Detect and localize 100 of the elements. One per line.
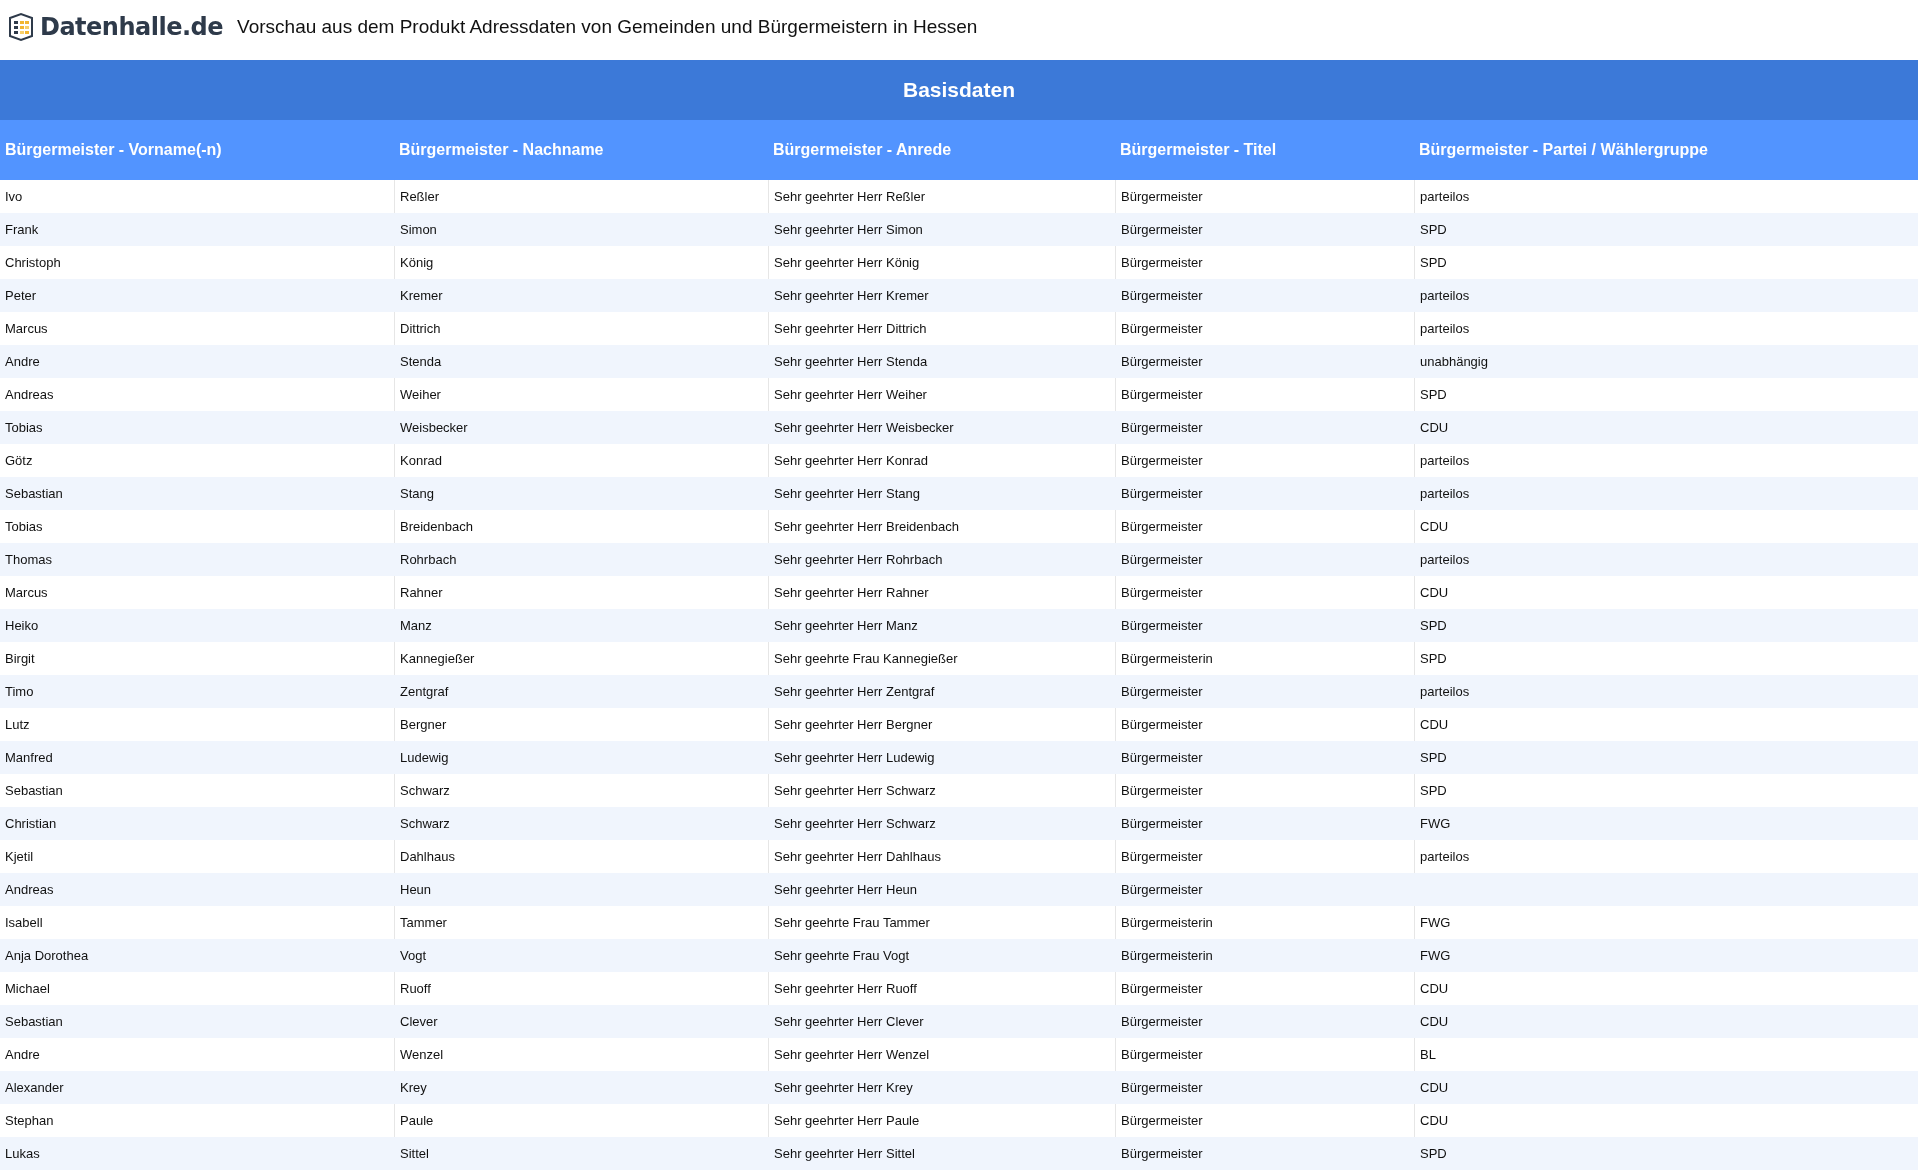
table-cell: Bürgermeister (1121, 486, 1203, 501)
table-cell: Isabell (5, 915, 43, 930)
table-cell: Bürgermeister (1121, 1047, 1203, 1062)
table-cell: Bürgermeister (1121, 519, 1203, 534)
table-cell: SPD (1420, 750, 1447, 765)
table-cell: Bürgermeister (1121, 189, 1203, 204)
table-cell: Bürgermeister (1121, 1080, 1203, 1095)
table-cell: Bürgermeisterin (1121, 651, 1213, 666)
table-cell: Sehr geehrte Frau Kannegießer (774, 651, 958, 666)
table-cell: CDU (1420, 585, 1449, 600)
table-cell: Bürgermeister (1121, 882, 1203, 897)
table-cell: Sehr geehrter Herr Konrad (774, 453, 928, 468)
table-cell: Stang (400, 486, 434, 501)
table-cell: Dittrich (400, 321, 441, 336)
table-cell: FWG (1420, 948, 1451, 963)
table-cell: Sehr geehrter Herr Stang (774, 486, 920, 501)
table-cell: Sehr geehrter Herr Krey (774, 1080, 913, 1095)
table-cell: Sehr geehrter Herr Schwarz (774, 816, 936, 831)
table-cell: Andre (5, 1047, 40, 1062)
table-cell: Andreas (5, 882, 54, 897)
table-cell: Ruoff (400, 981, 431, 996)
table-cell: Bergner (400, 717, 447, 732)
column-header: Bürgermeister - Titel (1119, 141, 1278, 159)
table-cell: SPD (1420, 618, 1447, 633)
table-cell: CDU (1420, 1014, 1449, 1029)
table-cell: Sehr geehrter Herr Ludewig (774, 750, 935, 765)
table-cell: Bürgermeister (1121, 783, 1203, 798)
table-cell: Krey (400, 1080, 427, 1095)
table-cell: CDU (1420, 981, 1449, 996)
table-cell: SPD (1420, 651, 1447, 666)
table-cell: Birgit (5, 651, 35, 666)
table-cell: Sehr geehrter Herr Sittel (774, 1146, 915, 1161)
table-cell: Bürgermeister (1121, 453, 1203, 468)
table-cell: FWG (1420, 915, 1451, 930)
table-cell: Anja Dorothea (5, 948, 89, 963)
table-cell: parteilos (1420, 453, 1470, 468)
table-cell: Bürgermeister (1121, 1146, 1203, 1161)
table-cell: Michael (5, 981, 50, 996)
table-cell: Lutz (5, 717, 30, 732)
table-cell: Andreas (5, 387, 54, 402)
table-cell: Bürgermeister (1121, 552, 1203, 567)
table-cell: Bürgermeister (1121, 1014, 1203, 1029)
table-cell: Peter (5, 288, 37, 303)
table-cell: Sehr geehrter Herr Clever (774, 1014, 924, 1029)
table-cell: Schwarz (400, 816, 450, 831)
table-cell: Sebastian (5, 783, 63, 798)
table-cell: Sebastian (5, 486, 63, 501)
table-cell: parteilos (1420, 321, 1470, 336)
table-cell: SPD (1420, 783, 1447, 798)
column-header: Bürgermeister - Vorname(-n) (4, 141, 223, 159)
table-cell: Tobias (5, 420, 43, 435)
table-cell: Bürgermeisterin (1121, 915, 1213, 930)
logo-icon (6, 12, 36, 42)
table-cell: Bürgermeister (1121, 354, 1203, 369)
table-cell: Kremer (400, 288, 443, 303)
table-cell: Marcus (5, 321, 48, 336)
table-cell: Bürgermeister (1121, 750, 1203, 765)
table-cell: Sittel (400, 1146, 429, 1161)
column-header: Bürgermeister - Anrede (772, 141, 953, 159)
table-cell: Bürgermeister (1121, 816, 1203, 831)
table-cell: Christoph (5, 255, 61, 270)
table-cell: Bürgermeister (1121, 387, 1203, 402)
column-header: Bürgermeister - Nachname (398, 141, 605, 159)
table-cell: Sehr geehrter Herr Weisbecker (774, 420, 954, 435)
table-cell: Frank (5, 222, 39, 237)
table-cell: Breidenbach (400, 519, 473, 534)
table-cell: Bürgermeister (1121, 321, 1203, 336)
table-cell: Bürgermeister (1121, 684, 1203, 699)
table-cell: Sehr geehrte Frau Vogt (774, 948, 910, 963)
table-cell: Ludewig (400, 750, 449, 765)
table-cell: Bürgermeister (1121, 255, 1203, 270)
table-cell: FWG (1420, 816, 1451, 831)
table-cell: Sehr geehrter Herr Kremer (774, 288, 929, 303)
table-cell: Zentgraf (400, 684, 449, 699)
table-cell: Sebastian (5, 1014, 63, 1029)
table-cell: Bürgermeister (1121, 288, 1203, 303)
table-cell: Bürgermeister (1121, 1113, 1203, 1128)
table-cell: Bürgermeister (1121, 981, 1203, 996)
table-cell: Sehr geehrter Herr Zentgraf (774, 684, 935, 699)
table-cell: König (400, 255, 434, 270)
table-cell: Sehr geehrte Frau Tammer (774, 915, 930, 930)
table-cell: Tammer (400, 915, 447, 930)
table-cell: Sehr geehrter Herr Ruoff (774, 981, 917, 996)
table-cell: Bürgermeister (1121, 849, 1203, 864)
table-cell: Manfred (5, 750, 53, 765)
table-group-header: Basisdaten (0, 60, 1918, 120)
table-cell: Lukas (5, 1146, 40, 1161)
table-cell: CDU (1420, 1113, 1449, 1128)
table-cell: Ivo (5, 189, 23, 204)
table-cell: CDU (1420, 519, 1449, 534)
logo-text[interactable]: Datenhalle.de (40, 13, 224, 41)
table-cell: Marcus (5, 585, 48, 600)
table-cell: parteilos (1420, 552, 1470, 567)
table-cell: parteilos (1420, 684, 1470, 699)
table-cell: Reßler (400, 189, 439, 204)
table-cell: Rahner (400, 585, 443, 600)
table-cell: unabhängig (1420, 354, 1488, 369)
table-cell: Manz (400, 618, 432, 633)
table-cell: BL (1420, 1047, 1436, 1062)
table-cell: Sehr geehrter Herr Stenda (774, 354, 928, 369)
